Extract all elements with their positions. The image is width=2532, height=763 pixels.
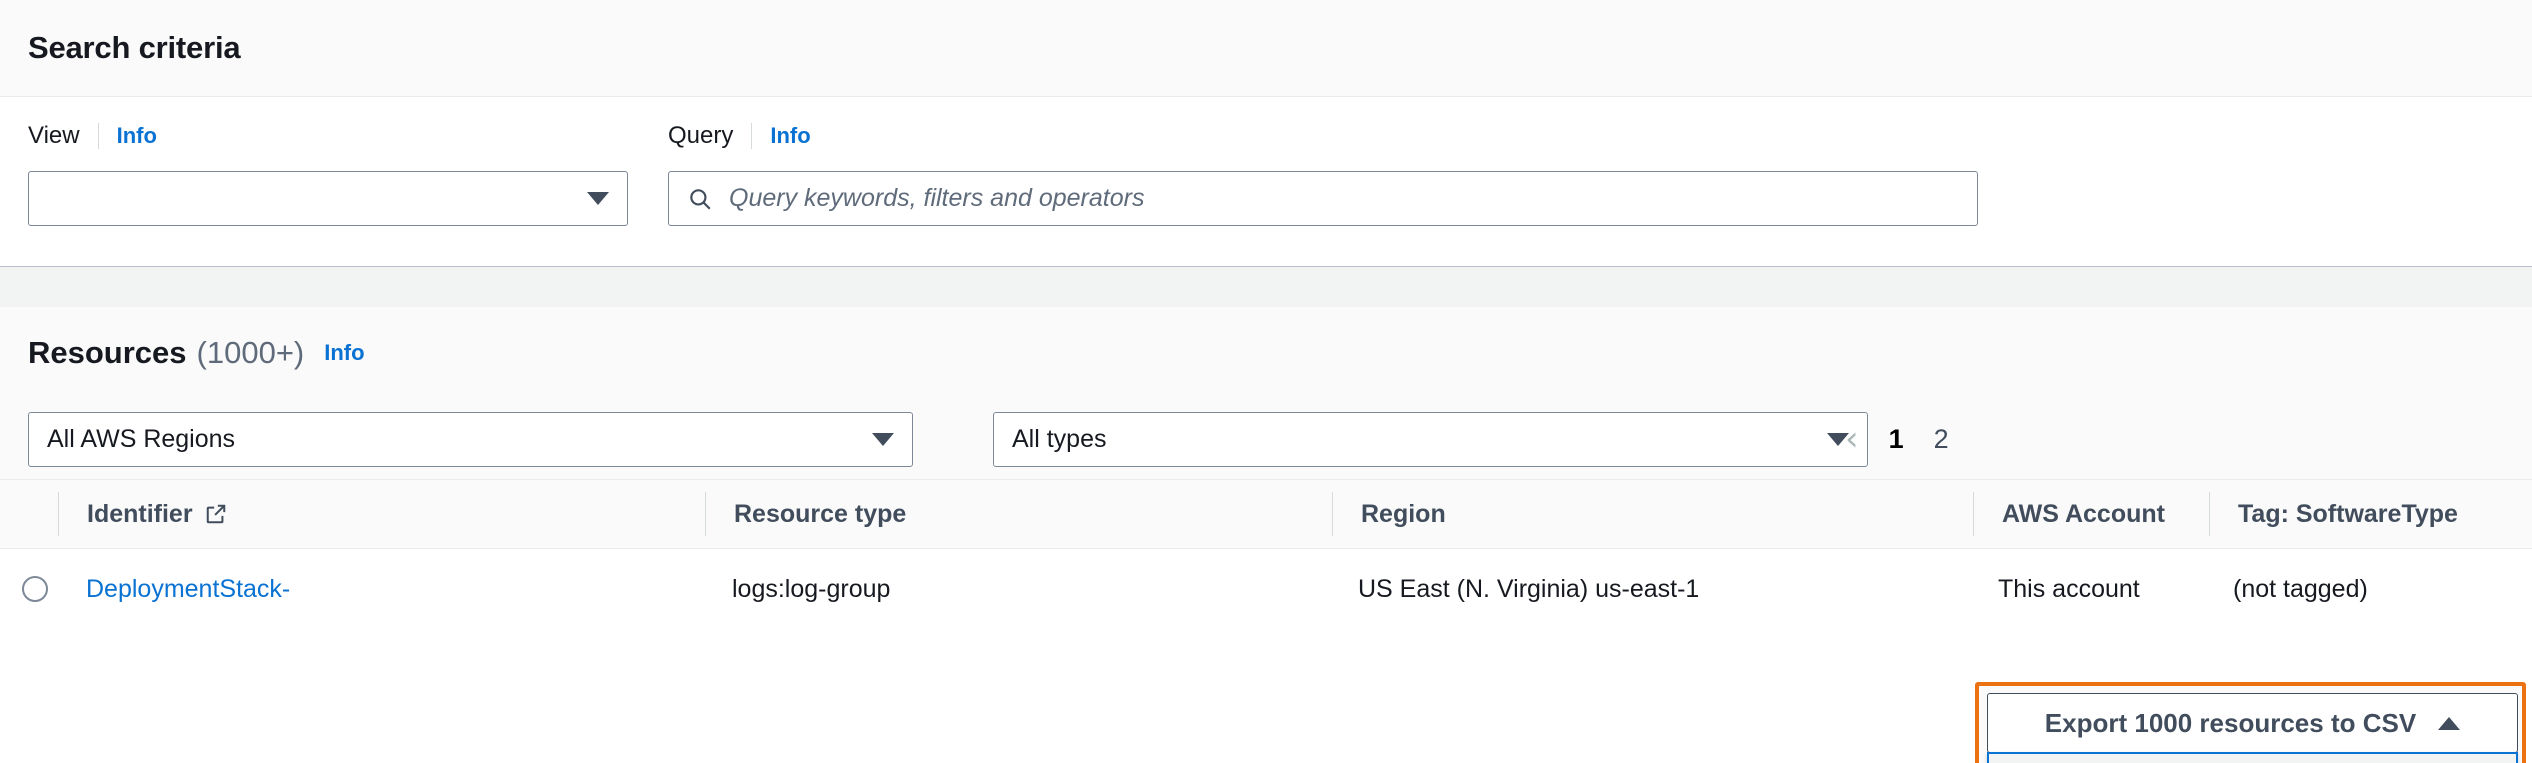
region-filter-value: All AWS Regions — [47, 425, 872, 454]
view-label-row: View Info — [28, 123, 628, 149]
column-header-identifier-label: Identifier — [87, 500, 193, 529]
search-icon — [687, 186, 713, 212]
chevron-left-icon[interactable]: ‹ — [1845, 422, 1859, 456]
page-title: Search criteria — [28, 30, 240, 66]
external-link-icon — [205, 503, 227, 525]
cell-resource-type: logs:log-group — [704, 549, 1330, 629]
cell-aws-account: This account — [1970, 549, 2205, 629]
resources-info-link[interactable]: Info — [324, 340, 364, 366]
resource-identifier-link[interactable]: DeploymentStack- — [86, 575, 290, 604]
table-row[interactable]: DeploymentStack- logs:log-group US East … — [0, 549, 2532, 629]
cell-identifier: DeploymentStack- — [58, 549, 704, 629]
view-label: View — [28, 122, 80, 150]
column-header-region-label: Region — [1361, 500, 1446, 529]
view-field-group: View Info — [28, 123, 628, 226]
query-search-box[interactable]: Query keywords, filters and operators — [668, 171, 1978, 226]
column-header-aws-account-label: AWS Account — [2002, 500, 2165, 529]
resources-header: Resources (1000+) Info — [0, 307, 2532, 399]
export-dropdown-menu: Export visible columns Export all column… — [1987, 753, 2518, 763]
search-criteria-body: View Info Query Info Query keywords, fi — [0, 97, 2532, 267]
chevron-up-icon — [2438, 717, 2460, 730]
chevron-down-icon — [587, 192, 609, 205]
resources-count: (1000+) — [197, 335, 305, 371]
chevron-down-icon — [872, 433, 894, 446]
query-label: Query — [668, 122, 733, 150]
column-header-identifier: Identifier — [59, 480, 705, 548]
column-header-resource-type-label: Resource type — [734, 500, 906, 529]
column-header-tag-softwaretype: Tag: SoftwareType — [2210, 480, 2532, 548]
export-annotation-box: Export 1000 resources to CSV Export visi… — [1975, 682, 2526, 763]
export-csv-button-label: Export 1000 resources to CSV — [2045, 708, 2416, 739]
cell-tag-softwaretype: (not tagged) — [2205, 549, 2532, 629]
row-radio-button[interactable] — [22, 576, 48, 602]
page-number-2[interactable]: 2 — [1934, 424, 1949, 455]
column-header-resource-type: Resource type — [706, 480, 1332, 548]
column-header-aws-account: AWS Account — [1974, 480, 2209, 548]
column-header-region: Region — [1333, 480, 1973, 548]
export-visible-columns-item[interactable]: Export visible columns — [1987, 752, 2518, 763]
query-field-group: Query Info Query keywords, filters and o… — [668, 123, 1978, 226]
label-divider — [98, 123, 99, 149]
row-select-cell — [0, 549, 58, 629]
type-filter-select[interactable]: All types — [993, 412, 1868, 467]
search-criteria-panel: Search criteria View Info Query Info — [0, 0, 2532, 267]
region-filter-select[interactable]: All AWS Regions — [28, 412, 913, 467]
search-criteria-header: Search criteria — [0, 0, 2532, 97]
panel-gap-divider — [0, 267, 2532, 307]
export-csv-button[interactable]: Export 1000 resources to CSV — [1987, 693, 2518, 753]
pagination: ‹ 1 2 — [1845, 399, 1949, 479]
query-input-placeholder: Query keywords, filters and operators — [729, 184, 1144, 213]
type-filter-value: All types — [1012, 425, 1827, 454]
resources-title: Resources — [28, 335, 187, 371]
resources-table-header: Identifier Resource type Region AWS Acco… — [0, 479, 2532, 549]
label-divider — [751, 123, 752, 149]
resources-filter-row: All AWS Regions All types ‹ 1 2 — [0, 399, 2532, 479]
column-header-tag-softwaretype-label: Tag: SoftwareType — [2238, 500, 2458, 529]
page-number-1[interactable]: 1 — [1889, 424, 1904, 455]
cell-region: US East (N. Virginia) us-east-1 — [1330, 549, 1970, 629]
resources-panel: Resources (1000+) Info All AWS Regions A… — [0, 307, 2532, 629]
view-select[interactable] — [28, 171, 628, 226]
query-info-link[interactable]: Info — [770, 123, 810, 149]
view-info-link[interactable]: Info — [117, 123, 157, 149]
query-label-row: Query Info — [668, 123, 1978, 149]
